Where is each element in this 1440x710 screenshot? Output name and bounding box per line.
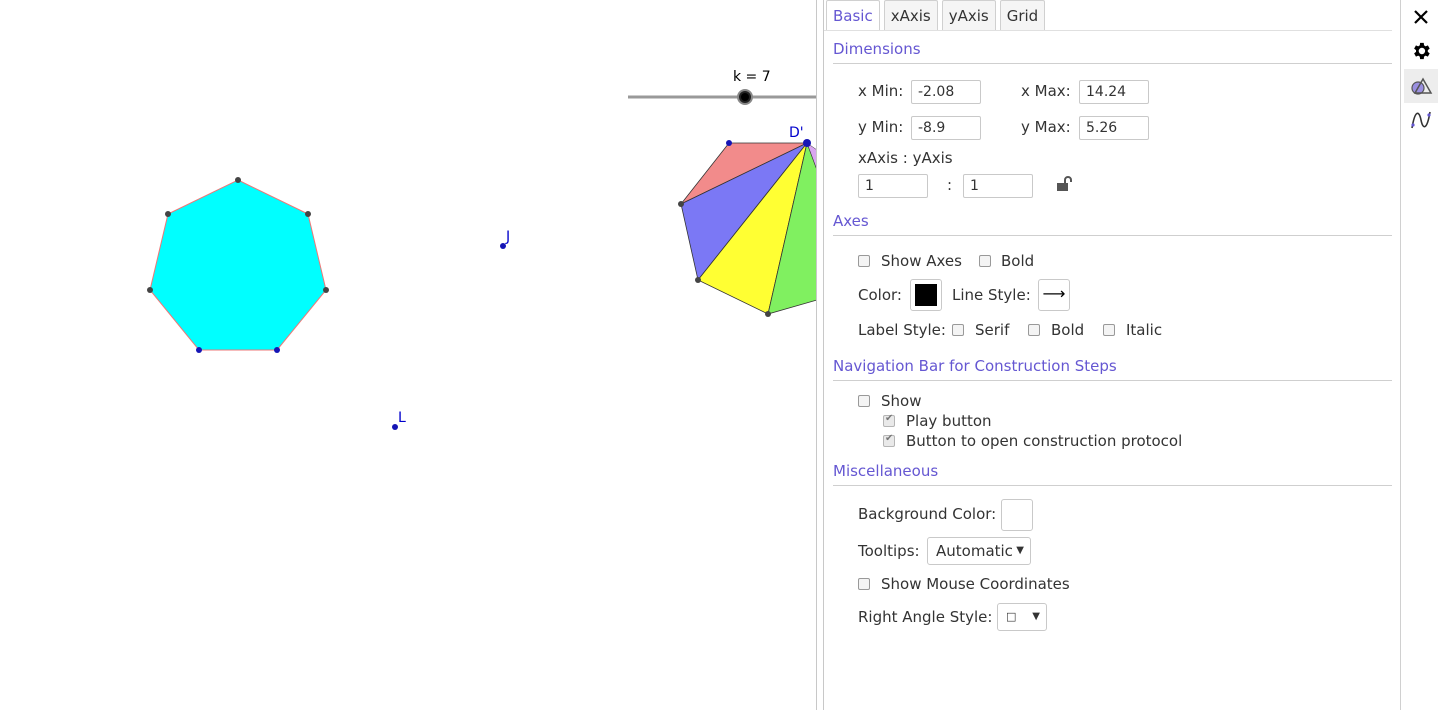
right-angle-select[interactable]: □ ▼ bbox=[997, 603, 1047, 631]
label-bold-checkbox[interactable] bbox=[1028, 324, 1040, 336]
vertex-point[interactable] bbox=[678, 201, 684, 207]
label-bold-label[interactable]: Bold bbox=[1051, 321, 1084, 339]
vertex-point[interactable] bbox=[196, 347, 202, 353]
point-d-prime-label: D' bbox=[789, 125, 804, 141]
vertex-point[interactable] bbox=[165, 211, 171, 217]
chevron-down-icon: ▼ bbox=[1032, 611, 1040, 622]
vertex-point[interactable] bbox=[695, 277, 701, 283]
right-angle-label: Right Angle Style: bbox=[858, 608, 993, 626]
axes-color-button[interactable] bbox=[910, 279, 942, 311]
close-button[interactable] bbox=[1404, 0, 1438, 34]
settings-button[interactable] bbox=[1404, 34, 1438, 68]
tab-xaxis[interactable]: xAxis bbox=[883, 0, 938, 30]
line-style-label: Line Style: bbox=[952, 286, 1031, 304]
vertex-point[interactable] bbox=[147, 287, 153, 293]
tab-yaxis[interactable]: yAxis bbox=[941, 0, 996, 30]
vertex-point[interactable] bbox=[323, 287, 329, 293]
xmin-label: x Min: bbox=[858, 82, 904, 100]
graphics-canvas[interactable]: J L k = 7 D' bbox=[0, 0, 817, 710]
xmax-label: x Max: bbox=[1021, 82, 1071, 100]
unlock-icon[interactable] bbox=[1056, 176, 1072, 192]
protocol-button-checkbox[interactable] bbox=[883, 433, 895, 447]
tooltips-select[interactable]: Automatic ▼ bbox=[927, 537, 1031, 565]
point-j-label: J bbox=[505, 229, 510, 245]
heptagon-cyan[interactable] bbox=[149, 179, 327, 351]
settings-panel: Basic xAxis yAxis Grid Dimensions x Min:… bbox=[824, 0, 1401, 710]
graphics-view[interactable]: J L k = 7 D' bbox=[0, 0, 817, 710]
show-axes-label[interactable]: Show Axes bbox=[881, 252, 962, 270]
ymax-input[interactable] bbox=[1079, 116, 1149, 140]
ymin-label: y Min: bbox=[858, 118, 904, 136]
tab-basic[interactable]: Basic bbox=[826, 0, 880, 30]
background-color-label: Background Color: bbox=[858, 505, 997, 523]
vertex-point[interactable] bbox=[305, 211, 311, 217]
serif-checkbox[interactable] bbox=[952, 324, 964, 336]
vertex-point[interactable] bbox=[274, 347, 280, 353]
axes-bold-label[interactable]: Bold bbox=[1001, 252, 1034, 270]
slider-handle-core bbox=[741, 93, 749, 101]
ymax-label: y Max: bbox=[1021, 118, 1071, 136]
vertex-point[interactable] bbox=[235, 177, 241, 183]
mouse-coords-label[interactable]: Show Mouse Coordinates bbox=[881, 575, 1070, 593]
dimensions-heading: Dimensions bbox=[833, 39, 1392, 64]
play-button-checkbox[interactable] bbox=[883, 413, 895, 427]
tab-grid[interactable]: Grid bbox=[999, 0, 1046, 30]
point-l-label: L bbox=[398, 410, 406, 426]
axis-ratio-label: xAxis : yAxis bbox=[858, 149, 953, 167]
triangulated-heptagon[interactable] bbox=[678, 139, 817, 317]
background-color-button[interactable] bbox=[1001, 499, 1033, 531]
misc-heading: Miscellaneous bbox=[833, 461, 1392, 486]
xmin-input[interactable] bbox=[911, 80, 981, 104]
gear-icon bbox=[1414, 42, 1430, 60]
settings-tabs: Basic xAxis yAxis Grid bbox=[826, 0, 1046, 32]
serif-label[interactable]: Serif bbox=[975, 321, 1009, 339]
axes-heading: Axes bbox=[833, 211, 1392, 236]
navigation-heading: Navigation Bar for Construction Steps bbox=[833, 356, 1392, 381]
label-style-label: Label Style: bbox=[858, 321, 946, 339]
ymin-input[interactable] bbox=[911, 116, 981, 140]
show-axes-checkbox[interactable] bbox=[858, 255, 870, 267]
italic-checkbox[interactable] bbox=[1103, 324, 1115, 336]
tooltips-label: Tooltips: bbox=[858, 542, 920, 560]
right-angle-value: □ bbox=[1006, 610, 1017, 623]
view-splitter[interactable] bbox=[816, 0, 824, 710]
graphics-view-button[interactable] bbox=[1404, 69, 1438, 103]
graphics-view-icon bbox=[1411, 77, 1433, 95]
line-style-button[interactable]: ⟶ bbox=[1038, 279, 1070, 311]
vertex-point[interactable] bbox=[765, 311, 771, 317]
ratio-x-input[interactable] bbox=[858, 174, 928, 198]
mouse-coords-checkbox[interactable] bbox=[858, 578, 870, 590]
close-icon bbox=[1414, 10, 1428, 24]
play-button-label[interactable]: Play button bbox=[906, 412, 992, 430]
italic-label[interactable]: Italic bbox=[1126, 321, 1162, 339]
chevron-down-icon: ▼ bbox=[1016, 545, 1024, 556]
ratio-y-input[interactable] bbox=[963, 174, 1033, 198]
right-sidebar bbox=[1402, 0, 1440, 710]
point-d-prime[interactable] bbox=[803, 139, 811, 147]
protocol-button-label[interactable]: Button to open construction protocol bbox=[906, 432, 1182, 450]
tooltips-value: Automatic bbox=[936, 542, 1013, 560]
algebra-view-button[interactable] bbox=[1404, 103, 1438, 137]
axes-color-preview bbox=[915, 284, 937, 306]
function-graph-icon bbox=[1411, 111, 1431, 129]
nav-show-checkbox[interactable] bbox=[858, 395, 870, 407]
axes-bold-checkbox[interactable] bbox=[979, 255, 991, 267]
nav-show-label[interactable]: Show bbox=[881, 392, 921, 410]
axes-color-label: Color: bbox=[858, 286, 902, 304]
vertex-point[interactable] bbox=[726, 140, 732, 146]
xmax-input[interactable] bbox=[1079, 80, 1149, 104]
ratio-separator: : bbox=[947, 176, 953, 194]
tab-divider bbox=[824, 30, 1392, 31]
slider-k-label: k = 7 bbox=[733, 69, 771, 85]
